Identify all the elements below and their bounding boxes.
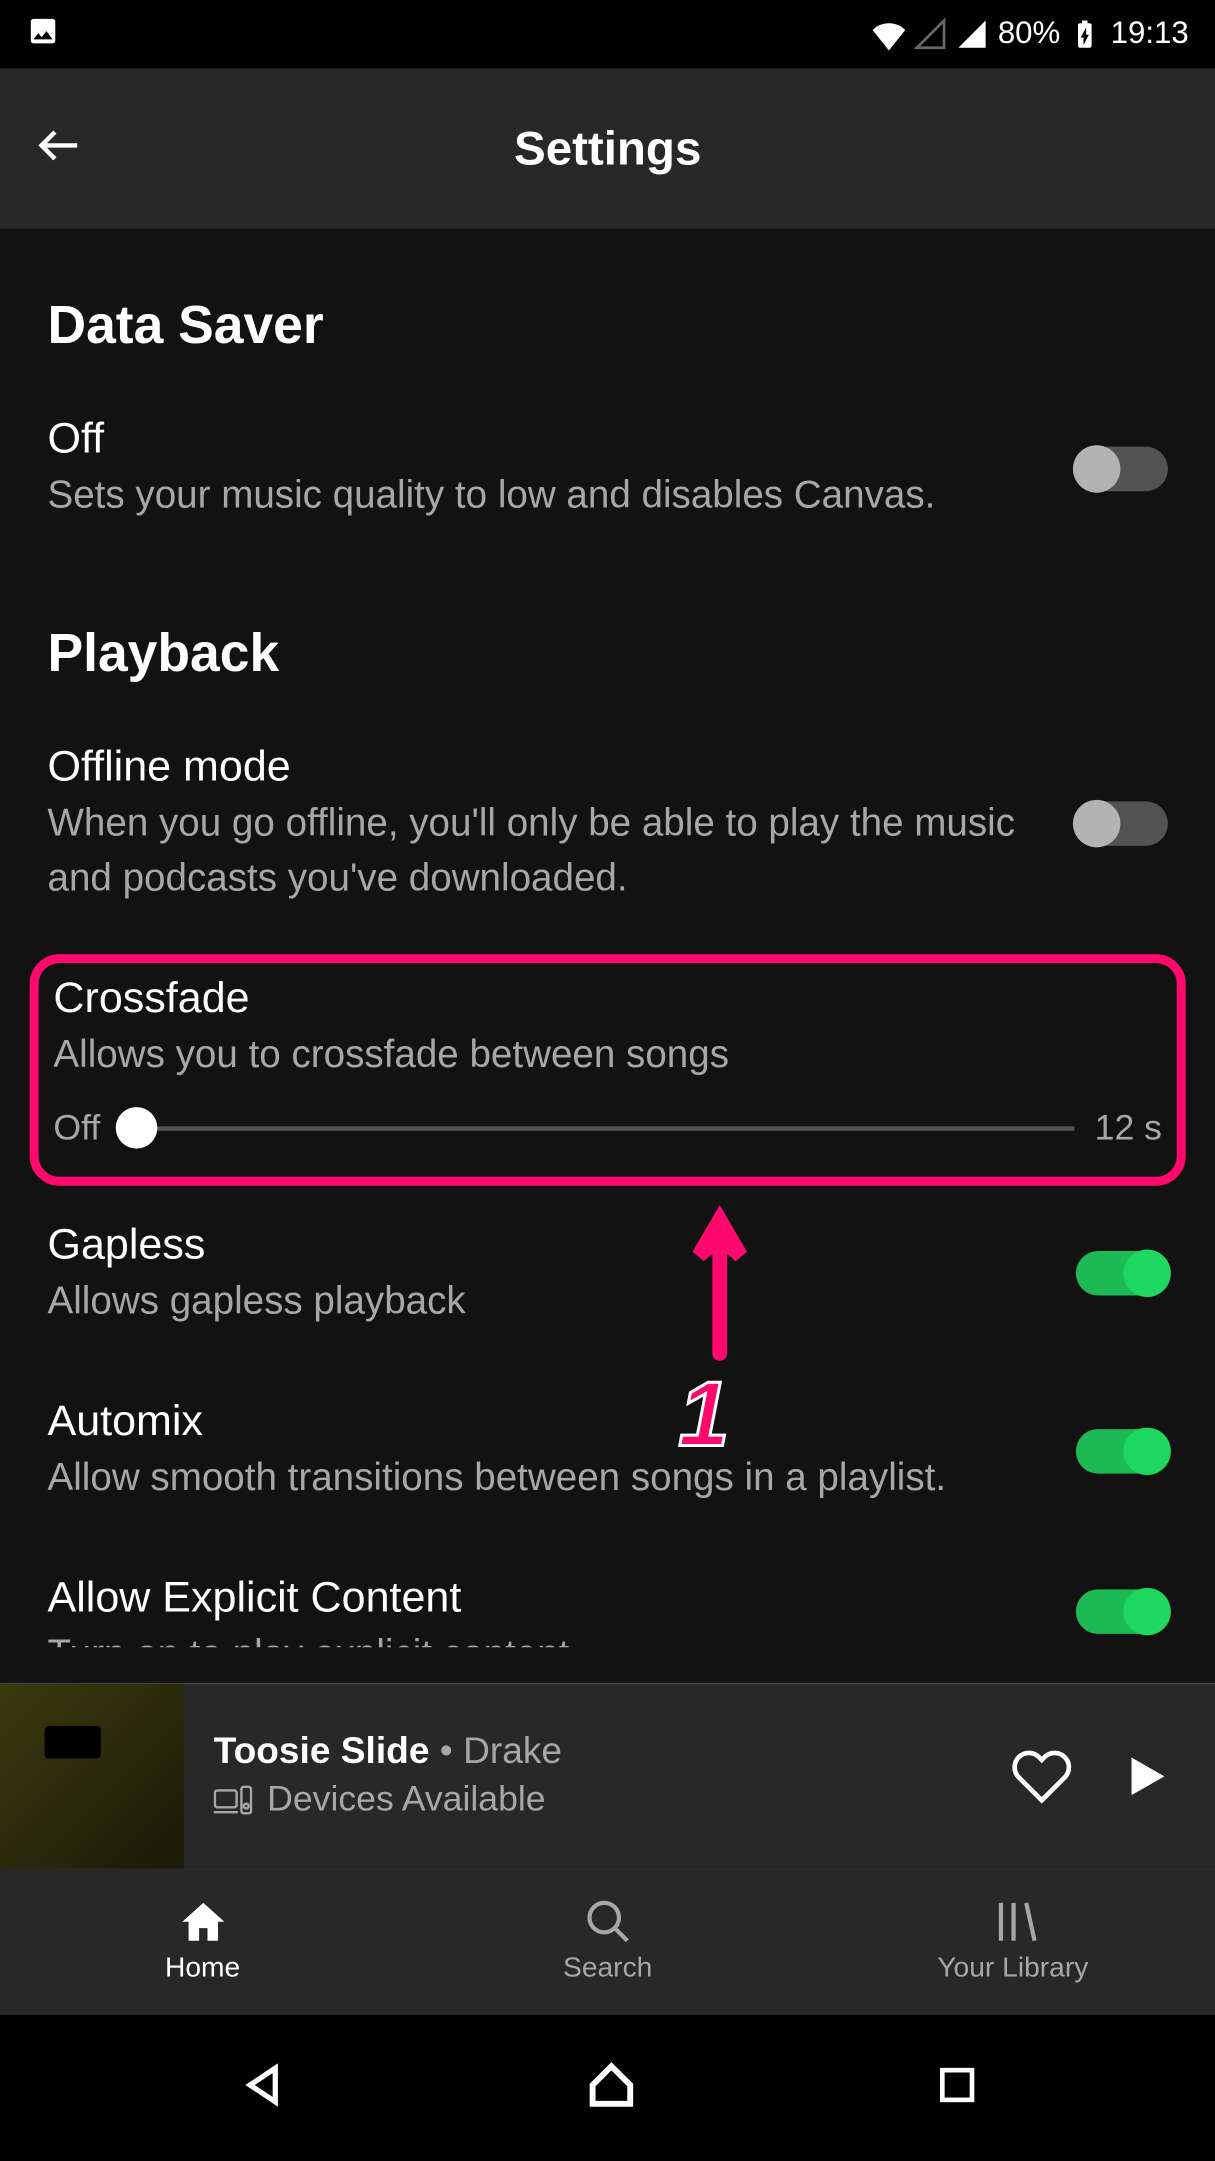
back-nav-icon[interactable] [237,2060,287,2110]
setting-desc: When you go offline, you'll only be able… [47,796,1052,904]
search-icon [582,1897,632,1947]
heart-icon[interactable] [1011,1744,1073,1806]
setting-label: Offline mode [47,744,1052,793]
status-icon-left [27,14,60,54]
page-title: Settings [0,121,1215,176]
setting-data-saver-off[interactable]: Off Sets your music quality to low and d… [47,380,1167,557]
setting-label: Automix [47,1398,1052,1447]
home-nav-icon[interactable] [582,2057,638,2113]
now-playing-track: Toosie Slide • Drake [214,1730,1011,1773]
setting-label: Allow Explicit Content [47,1575,1052,1624]
toggle-explicit[interactable] [1076,1589,1168,1634]
signal-icon [956,18,989,51]
nav-library[interactable]: Your Library [810,1867,1215,2015]
play-icon[interactable] [1117,1747,1173,1803]
crossfade-label: Crossfade [53,975,1162,1024]
setting-desc: Allows gapless playback [47,1273,1052,1327]
android-nav-bar [0,2015,1215,2154]
setting-desc: Turn on to play explicit content [47,1627,1052,1648]
devices-available[interactable]: Devices Available [214,1779,1011,1821]
battery-icon [1069,18,1102,51]
setting-explicit[interactable]: Allow Explicit Content Turn on to play e… [47,1539,1167,1647]
nav-search[interactable]: Search [405,1867,810,2015]
album-art [0,1684,184,1868]
setting-desc: Allow smooth transitions between songs i… [47,1450,1052,1504]
library-icon [988,1897,1038,1947]
header: Settings [0,68,1215,228]
wifi-icon [873,18,906,51]
signal-empty-icon [915,18,948,51]
setting-desc: Sets your music quality to low and disab… [47,467,1052,521]
slider-thumb[interactable] [115,1107,157,1149]
setting-offline-mode[interactable]: Offline mode When you go offline, you'll… [47,708,1167,939]
status-bar: 80% 19:13 [0,0,1215,68]
slider-max-label: 12 s [1095,1108,1162,1150]
toggle-gapless[interactable] [1076,1251,1168,1296]
slider-min-label: Off [53,1108,100,1150]
crossfade-slider[interactable] [121,1126,1074,1130]
setting-label: Off [47,416,1052,465]
toggle-offline[interactable] [1076,802,1168,847]
recents-nav-icon[interactable] [934,2063,979,2108]
annotation-number: 1 [678,1362,729,1467]
back-button[interactable] [24,109,95,188]
devices-icon [214,1785,253,1815]
clock: 19:13 [1111,16,1189,52]
home-icon [177,1897,227,1947]
setting-label: Gapless [47,1221,1052,1270]
toggle-automix[interactable] [1076,1429,1168,1474]
setting-gapless[interactable]: Gapless Allows gapless playback [47,1185,1167,1362]
now-playing-bar[interactable]: Toosie Slide • Drake Devices Available [0,1683,1215,1867]
annotation-highlight: Crossfade Allows you to crossfade betwee… [30,954,1186,1185]
crossfade-desc: Allows you to crossfade between songs [53,1027,1162,1081]
battery-percent: 80% [998,16,1060,52]
section-data-saver: Data Saver [47,294,1167,356]
toggle-data-saver[interactable] [1076,446,1168,491]
nav-home[interactable]: Home [0,1867,405,2015]
bottom-nav: Home Search Your Library [0,1867,1215,2015]
setting-automix[interactable]: Automix Allow smooth transitions between… [47,1362,1167,1539]
section-playback: Playback [47,622,1167,684]
